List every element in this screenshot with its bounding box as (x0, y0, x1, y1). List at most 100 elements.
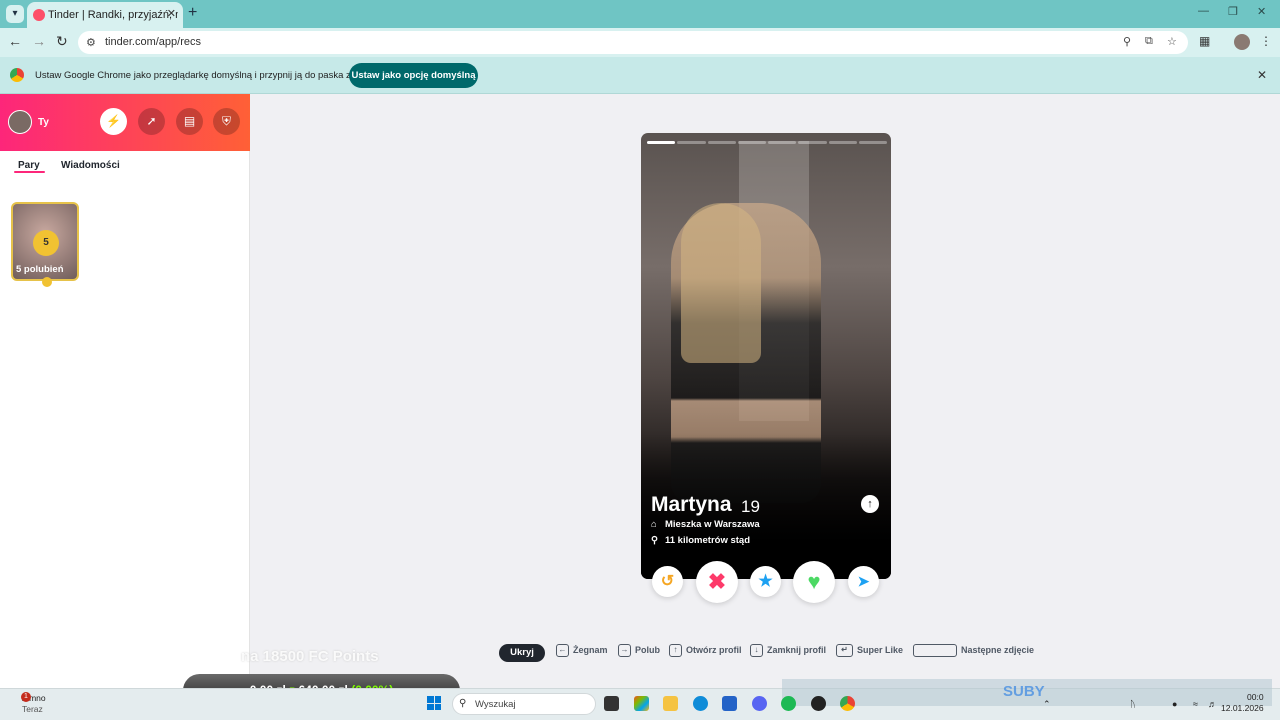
clock-time: 00:0 (1247, 692, 1264, 702)
likes-you-card[interactable]: 5 5 polubień (11, 202, 79, 281)
user-avatar[interactable] (8, 110, 32, 134)
close-window-icon[interactable]: ✕ (1257, 5, 1266, 18)
set-default-button[interactable]: Ustaw jako opcję domyślną (349, 63, 478, 88)
close-tab-icon[interactable]: ✕ (167, 7, 176, 20)
photo-progress-segment[interactable] (798, 141, 827, 144)
user-name[interactable]: Ty (38, 117, 49, 128)
forward-icon[interactable]: → (32, 33, 46, 49)
url-text[interactable]: tinder.com/app/recs (105, 36, 201, 48)
up-key-icon: ↑ (669, 644, 682, 657)
file-explorer-icon[interactable] (663, 696, 678, 711)
heart-icon: ♥ (807, 569, 821, 594)
fc-points-overlay: na 18500 FC Points (241, 648, 379, 665)
volume-icon[interactable]: ♬ (1208, 699, 1217, 709)
sidebar-tabs: Pary Wiadomości (0, 151, 250, 181)
matches-sidebar: Ty ⚡ ➚ ▤ ⛨ Pary Wiadomości 5 5 polubień (0, 94, 250, 688)
infobar-message: Ustaw Google Chrome jako przeglądarkę do… (35, 70, 372, 81)
gold-heart-icon (42, 277, 52, 287)
photo-progress-segment[interactable] (737, 141, 766, 144)
minimize-icon[interactable]: — (1198, 5, 1209, 17)
shortcut-close-label: Zamknij profil (767, 644, 827, 655)
boost-send-button[interactable]: ➤ (848, 566, 879, 597)
photo-progress-segment[interactable] (707, 141, 736, 144)
bookmark-star-icon[interactable]: ☆ (1167, 35, 1177, 48)
restore-icon[interactable]: ❐ (1228, 5, 1238, 18)
chrome-logo-icon (10, 68, 24, 82)
obs-icon[interactable] (811, 696, 826, 711)
right-key-icon: → (618, 644, 631, 657)
task-view-icon[interactable] (604, 696, 619, 711)
address-bar[interactable]: ⚙ tinder.com/app/recs ⚲ ⧉ ☆ (78, 31, 1188, 54)
distance-row: ⚲ 11 kilometrów stąd (651, 535, 750, 546)
tab-messages[interactable]: Wiadomości (61, 160, 120, 171)
send-icon: ➤ (857, 573, 870, 589)
likes-count-badge: 5 (33, 230, 59, 256)
new-tab-button[interactable]: + (188, 4, 197, 22)
extensions-icon[interactable]: ▦ (1199, 34, 1210, 48)
shortcut-open-profile: ↑ Otwórz profil (669, 644, 742, 662)
shortcut-nope: ← Żegnam (556, 644, 608, 662)
star-icon: ★ (758, 573, 773, 590)
profile-age: 19 (741, 497, 760, 516)
edge-icon[interactable] (693, 696, 708, 711)
site-info-icon[interactable]: ⚙ (86, 36, 96, 49)
photo-progress-bars[interactable] (647, 141, 887, 144)
discord-icon[interactable] (752, 696, 767, 711)
start-windows-icon[interactable] (427, 696, 441, 710)
photo-progress-segment[interactable] (768, 141, 797, 144)
browser-tabstrip: ▾ Tinder | Randki, przyjaźń, nowe ✕ + — … (0, 0, 1280, 28)
tab-matches[interactable]: Pary (18, 160, 40, 171)
photo-progress-segment[interactable] (858, 141, 887, 144)
hide-shortcuts-button[interactable]: Ukryj (499, 644, 545, 662)
tab-title: Tinder | Randki, przyjaźń, nowe (48, 9, 178, 21)
shortcut-like-label: Polub (635, 644, 660, 655)
location-icon[interactable]: ⚲ (1123, 35, 1131, 48)
clock-date: 12.01.2026 (1221, 703, 1264, 713)
residence-row: ⌂ Mieszka w Warszawa (651, 519, 760, 530)
photo-progress-segment[interactable] (647, 141, 676, 144)
chrome-menu-icon[interactable]: ⋮ (1260, 34, 1272, 48)
super-like-button[interactable]: ★ (750, 566, 781, 597)
taskbar-search[interactable]: ⚲ Wyszukaj (452, 693, 596, 715)
rewind-button[interactable]: ↺ (652, 566, 683, 597)
briefcase-icon[interactable]: ▤ (176, 108, 203, 135)
shortcut-super-like: ↵ Super Like (836, 644, 903, 662)
bluetooth-icon[interactable]: ᚢ (1130, 699, 1135, 709)
location-pin-icon: ⚲ (651, 535, 658, 546)
taskbar-clock[interactable]: 00:0 12.01.2026 (1221, 692, 1264, 714)
copilot-icon[interactable] (634, 696, 649, 711)
search-placeholder: Wyszukaj (475, 699, 516, 710)
store-icon[interactable] (722, 696, 737, 711)
sidebar-header: Ty ⚡ ➚ ▤ ⛨ (0, 94, 250, 151)
infobar-close-icon[interactable]: ✕ (1257, 68, 1267, 82)
install-app-icon[interactable]: ⧉ (1145, 35, 1153, 48)
safety-shield-icon[interactable]: ⛨ (213, 108, 240, 135)
back-icon[interactable]: ← (8, 33, 22, 49)
profile-avatar-icon[interactable] (1234, 34, 1250, 50)
rewind-icon: ↺ (660, 573, 675, 590)
weather-badge: 1 (21, 692, 31, 702)
spotify-icon[interactable] (781, 696, 796, 711)
photo-progress-segment[interactable] (677, 141, 706, 144)
down-key-icon: ↓ (750, 644, 763, 657)
reload-icon[interactable]: ↻ (56, 33, 68, 50)
weather-sub: Teraz (22, 704, 43, 714)
profile-card[interactable]: Martyna 19 ⌂ Mieszka w Warszawa ⚲ 11 kilom… (641, 133, 891, 579)
likes-label: 5 polubień (16, 264, 64, 275)
tray-chevron-icon[interactable]: ⌃ (1043, 699, 1051, 710)
chrome-taskbar-icon[interactable] (840, 696, 855, 711)
tab-search-button[interactable]: ▾ (6, 5, 24, 23)
browser-tab-tinder[interactable]: Tinder | Randki, przyjaźń, nowe ✕ (27, 2, 183, 28)
microphone-icon[interactable]: ● (1172, 699, 1177, 709)
wifi-icon[interactable]: ≈ (1193, 699, 1198, 709)
nope-button[interactable]: ✖ (696, 561, 738, 603)
open-profile-arrow-icon[interactable]: ↑ (861, 495, 879, 513)
shortcut-nope-label: Żegnam (573, 644, 608, 655)
like-button[interactable]: ♥ (793, 561, 835, 603)
active-tab-indicator (14, 171, 45, 173)
boost-icon[interactable]: ⚡ (100, 108, 127, 135)
explore-compass-icon[interactable]: ➚ (138, 108, 165, 135)
photo-progress-segment[interactable] (828, 141, 857, 144)
profile-name: Martyna (651, 493, 732, 516)
search-icon: ⚲ (459, 698, 467, 709)
